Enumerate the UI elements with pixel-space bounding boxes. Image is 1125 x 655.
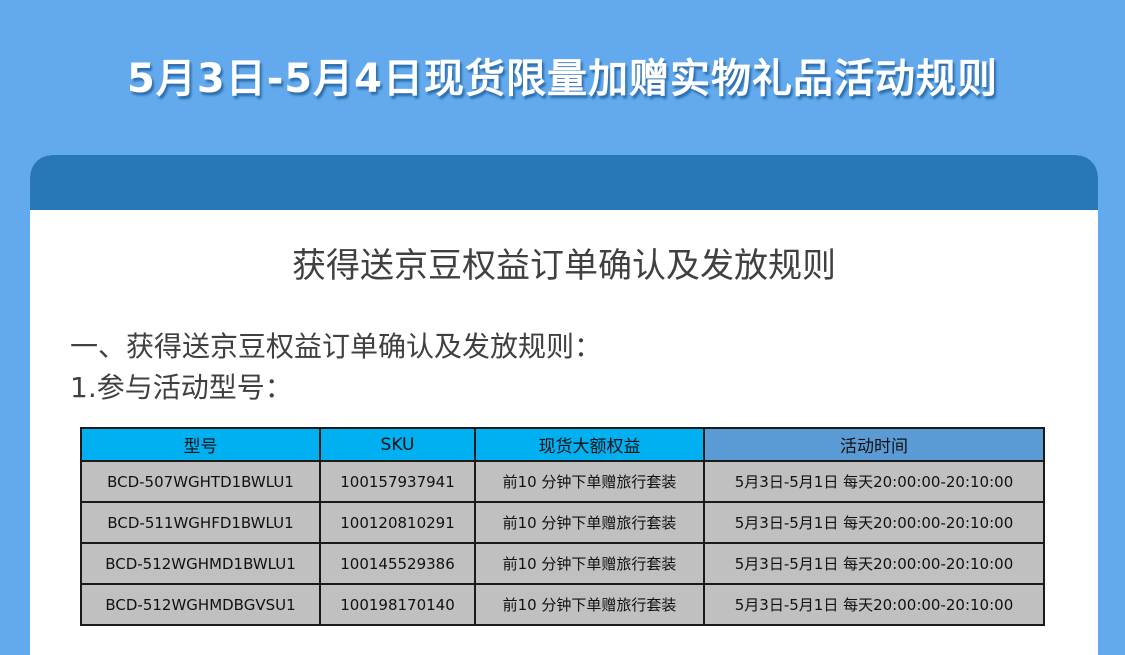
cell-time: 5月3日-5月1日 每天20:00:00-20:10:00 bbox=[703, 460, 1045, 503]
cell-benefit: 前10 分钟下单赠旅行套装 bbox=[474, 460, 705, 503]
rules-card: 获得送京豆权益订单确认及发放规则 一、获得送京豆权益订单确认及发放规则： 1.参… bbox=[30, 155, 1098, 655]
header-sku: SKU bbox=[319, 427, 476, 462]
table-row: BCD-512WGHMDBGVSU1 100198170140 前10 分钟下单… bbox=[80, 583, 1045, 626]
section-title: 一、获得送京豆权益订单确认及发放规则： bbox=[70, 330, 603, 363]
cell-benefit: 前10 分钟下单赠旅行套装 bbox=[474, 583, 705, 626]
header-model: 型号 bbox=[80, 427, 321, 462]
cell-time: 5月3日-5月1日 每天20:00:00-20:10:00 bbox=[703, 501, 1045, 544]
header-time: 活动时间 bbox=[703, 427, 1045, 462]
table-header-row: 型号 SKU 现货大额权益 活动时间 bbox=[80, 427, 1045, 462]
table-row: BCD-511WGHFD1BWLU1 100120810291 前10 分钟下单… bbox=[80, 501, 1045, 544]
cell-model: BCD-507WGHTD1BWLU1 bbox=[80, 460, 321, 503]
sku-table: 型号 SKU 现货大额权益 活动时间 BCD-507WGHTD1BWLU1 10… bbox=[80, 427, 1045, 626]
cell-benefit: 前10 分钟下单赠旅行套装 bbox=[474, 501, 705, 544]
banner-title: 5月3日-5月4日现货限量加赠实物礼品活动规则 bbox=[127, 56, 998, 102]
cell-benefit: 前10 分钟下单赠旅行套装 bbox=[474, 542, 705, 585]
cell-sku: 100198170140 bbox=[319, 583, 476, 626]
cell-time: 5月3日-5月1日 每天20:00:00-20:10:00 bbox=[703, 583, 1045, 626]
cell-sku: 100145529386 bbox=[319, 542, 476, 585]
cell-model: BCD-512WGHMD1BWLU1 bbox=[80, 542, 321, 585]
table-row: BCD-512WGHMD1BWLU1 100145529386 前10 分钟下单… bbox=[80, 542, 1045, 585]
cell-time: 5月3日-5月1日 每天20:00:00-20:10:00 bbox=[703, 542, 1045, 585]
card-header-bar bbox=[30, 155, 1098, 210]
cell-sku: 100157937941 bbox=[319, 460, 476, 503]
cell-sku: 100120810291 bbox=[319, 501, 476, 544]
card-heading: 获得送京豆权益订单确认及发放规则 bbox=[292, 246, 836, 286]
table-row: BCD-507WGHTD1BWLU1 100157937941 前10 分钟下单… bbox=[80, 460, 1045, 503]
sub-title: 1.参与活动型号： bbox=[70, 371, 293, 404]
cell-model: BCD-512WGHMDBGVSU1 bbox=[80, 583, 321, 626]
header-benefit: 现货大额权益 bbox=[474, 427, 705, 462]
cell-model: BCD-511WGHFD1BWLU1 bbox=[80, 501, 321, 544]
